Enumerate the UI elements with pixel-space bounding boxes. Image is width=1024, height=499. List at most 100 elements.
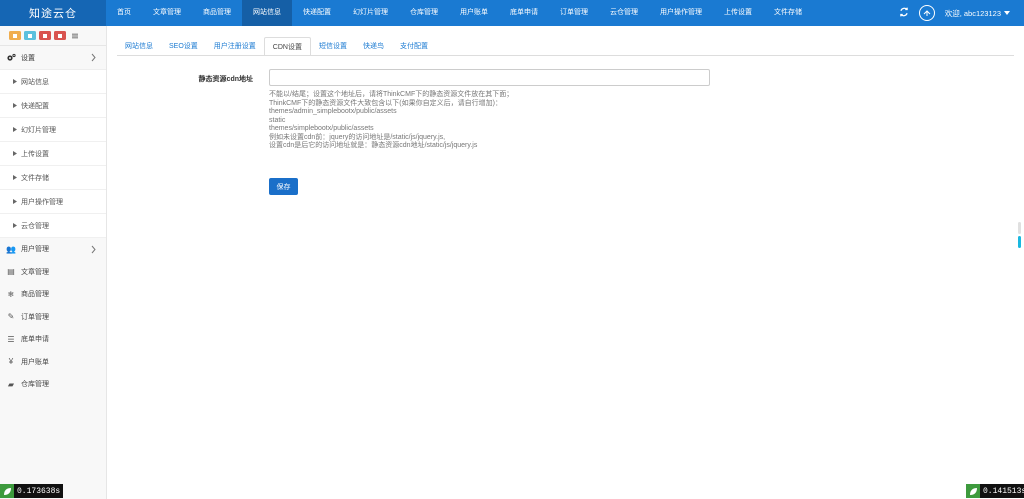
cdn-help-text: 不能以/结尾；设置这个地址后，请将ThinkCMF下的静态资源文件放在其下面； T… xyxy=(269,91,709,151)
sidebar-item-label: 用户账单 xyxy=(21,358,49,366)
sidebar-group-settings[interactable]: 设置 xyxy=(0,46,106,70)
caret-right-icon xyxy=(13,151,17,156)
caret-right-icon xyxy=(13,127,17,132)
sidebar-item[interactable]: ¥ 用户账单 xyxy=(0,351,106,374)
user-greeting: 欢迎, abc123123 xyxy=(944,8,1001,18)
user-menu[interactable]: 欢迎, abc123123 xyxy=(945,8,1010,19)
sidebar-item[interactable]: 👥 用户管理 xyxy=(0,238,106,261)
top-nav-item[interactable]: 云仓管理 xyxy=(599,0,649,26)
sidebar-item-label: 仓库管理 xyxy=(21,381,49,389)
sidebar-item-label: 底单申请 xyxy=(21,336,49,344)
sidebar: 设置 网站信息快递配置幻灯片管理上传设置文件存储用户操作管理云仓管理 👥 用户管理… xyxy=(0,26,107,499)
top-nav: 首页 文章管理 商品管理 网站信息 快递配置 幻灯片管理 仓库管理 用户账单 底单申请 订单管理云… xyxy=(106,0,813,26)
sidebar-subitem-label: 网站信息 xyxy=(21,78,49,86)
top-nav-item[interactable]: 首页 xyxy=(106,0,142,26)
tab[interactable]: 网站信息 xyxy=(117,37,161,56)
tab[interactable]: 短信设置 xyxy=(311,37,355,56)
list-icon[interactable] xyxy=(69,31,81,40)
sidebar-item-label: 文章管理 xyxy=(21,268,49,276)
cdn-field-label: 静态资源cdn地址 xyxy=(198,76,253,83)
chevron-right-icon xyxy=(91,53,96,62)
help-line: ThinkCMF下的静态资源文件大致包含以下(如果你自定义后，请自行增加)： xyxy=(269,99,502,107)
tab[interactable]: 快递鸟 xyxy=(355,37,392,56)
sidebar-subitem[interactable]: 上传设置 xyxy=(0,142,106,166)
sidebar-item[interactable]: ☰ 底单申请 xyxy=(0,328,106,351)
perf-badge-left: 0.173638s xyxy=(0,484,64,498)
main-content: 网站信息 SEO设置 用户注册设置 CDN设置 短信设置 快递鸟 支付配置 静态资源cdn地… xyxy=(107,26,1024,499)
leaf-icon xyxy=(0,484,14,498)
caret-down-icon xyxy=(1004,11,1010,15)
tab[interactable]: SEO设置 xyxy=(161,37,206,56)
top-nav-item[interactable]: 幻灯片管理 xyxy=(342,0,399,26)
help-line: themes/admin_simplebootx/public/assets xyxy=(269,108,397,115)
sidebar-item-label: 商品管理 xyxy=(21,291,49,299)
caret-right-icon xyxy=(13,103,17,108)
top-nav-item[interactable]: 仓库管理 xyxy=(399,0,449,26)
sidebar-subitem[interactable]: 用户操作管理 xyxy=(0,190,106,214)
sidebar-item[interactable]: ▰ 仓库管理 xyxy=(0,373,106,396)
top-nav-item[interactable]: 文件存储 xyxy=(763,0,813,26)
truck-icon: ▰ xyxy=(7,379,15,389)
users-icon: 👥 xyxy=(6,244,16,254)
tab[interactable]: 支付配置 xyxy=(392,37,436,56)
sidebar-subitem[interactable]: 幻灯片管理 xyxy=(0,118,106,142)
settings-tabs: 网站信息 SEO设置 用户注册设置 CDN设置 短信设置 快递鸟 支付配置 xyxy=(117,37,436,56)
sidebar-subitem[interactable]: 云仓管理 xyxy=(0,214,106,238)
chevron-right-icon xyxy=(91,245,96,254)
top-bar: 知途云仓 首页 文章管理 商品管理 网站信息 快递配置 幻灯片管理 仓库管理 用户账单 底单申请… xyxy=(0,0,1024,26)
refresh-icon[interactable] xyxy=(899,7,909,19)
caret-right-icon xyxy=(13,223,17,228)
top-nav-item[interactable]: 用户账单 xyxy=(449,0,499,26)
sidebar-item[interactable]: ❄ 商品管理 xyxy=(0,283,106,306)
cogs-icon xyxy=(6,53,16,63)
perf-time-left: 0.173638s xyxy=(17,486,61,496)
sidebar-subitem[interactable]: 快递配置 xyxy=(0,94,106,118)
sidebar-group-label: 设置 xyxy=(21,54,35,62)
sidebar-item[interactable]: ✎ 订单管理 xyxy=(0,306,106,329)
circle-icon[interactable] xyxy=(54,31,66,40)
help-line: static xyxy=(269,116,286,124)
sidebar-subitem-label: 上传设置 xyxy=(21,150,49,158)
tab[interactable]: 用户注册设置 xyxy=(206,37,264,56)
sidebar-item-label: 订单管理 xyxy=(21,313,49,321)
top-nav-item[interactable]: 订单管理 xyxy=(549,0,599,26)
save-button[interactable]: 保存 xyxy=(269,178,298,195)
perf-badge-right: 0.141513s xyxy=(966,484,1024,498)
shortcut-row xyxy=(0,26,106,46)
trash-icon[interactable] xyxy=(39,31,51,40)
top-nav-item[interactable]: 文章管理 xyxy=(142,0,192,26)
top-nav-item[interactable]: 上传设置 xyxy=(713,0,763,26)
caret-right-icon xyxy=(13,79,17,84)
tab[interactable]: CDN设置 xyxy=(263,37,311,56)
home-icon[interactable] xyxy=(9,31,21,40)
tab-divider xyxy=(117,55,1014,56)
top-nav-item[interactable]: 快递配置 xyxy=(292,0,342,26)
sidebar-subitem-label: 快递配置 xyxy=(21,102,49,110)
help-line: themes/simplebootx/public/assets xyxy=(269,125,374,132)
sidebar-item-label: 用户管理 xyxy=(21,246,49,254)
snowflake-icon: ❄ xyxy=(7,289,15,299)
file-icon[interactable] xyxy=(24,31,36,40)
avatar[interactable] xyxy=(918,5,935,21)
help-line: 设置cdn是后它的访问地址就是：静态资源cdn地址/static/js/jque… xyxy=(269,142,478,149)
sidebar-subitem-label: 幻灯片管理 xyxy=(21,126,56,134)
sidebar-subitem[interactable]: 文件存储 xyxy=(0,166,106,190)
sidebar-subitem-label: 文件存储 xyxy=(21,174,49,182)
help-line: 例如未设置cdn前：jquery的访问地址是/static/js/jquery.… xyxy=(269,133,446,141)
caret-right-icon xyxy=(13,199,17,204)
top-nav-item[interactable]: 底单申请 xyxy=(499,0,549,26)
bars-icon: ☰ xyxy=(7,334,15,344)
leaf-icon xyxy=(966,484,980,498)
top-right: 欢迎, abc123123 xyxy=(899,0,1010,26)
sidebar-item[interactable]: ▤ 文章管理 xyxy=(0,261,106,284)
brand-logo[interactable]: 知途云仓 xyxy=(0,0,106,26)
scroll-indicator[interactable] xyxy=(1018,236,1021,248)
sidebar-subitem[interactable]: 网站信息 xyxy=(0,70,106,94)
top-nav-item[interactable]: 网站信息 xyxy=(242,0,292,26)
cdn-url-input[interactable] xyxy=(269,69,710,86)
top-nav-item[interactable]: 商品管理 xyxy=(192,0,242,26)
sidebar-subitem-label: 用户操作管理 xyxy=(21,198,63,206)
top-nav-item[interactable]: 用户操作管理 xyxy=(649,0,713,26)
caret-right-icon xyxy=(13,175,17,180)
yen-icon: ¥ xyxy=(8,357,14,367)
